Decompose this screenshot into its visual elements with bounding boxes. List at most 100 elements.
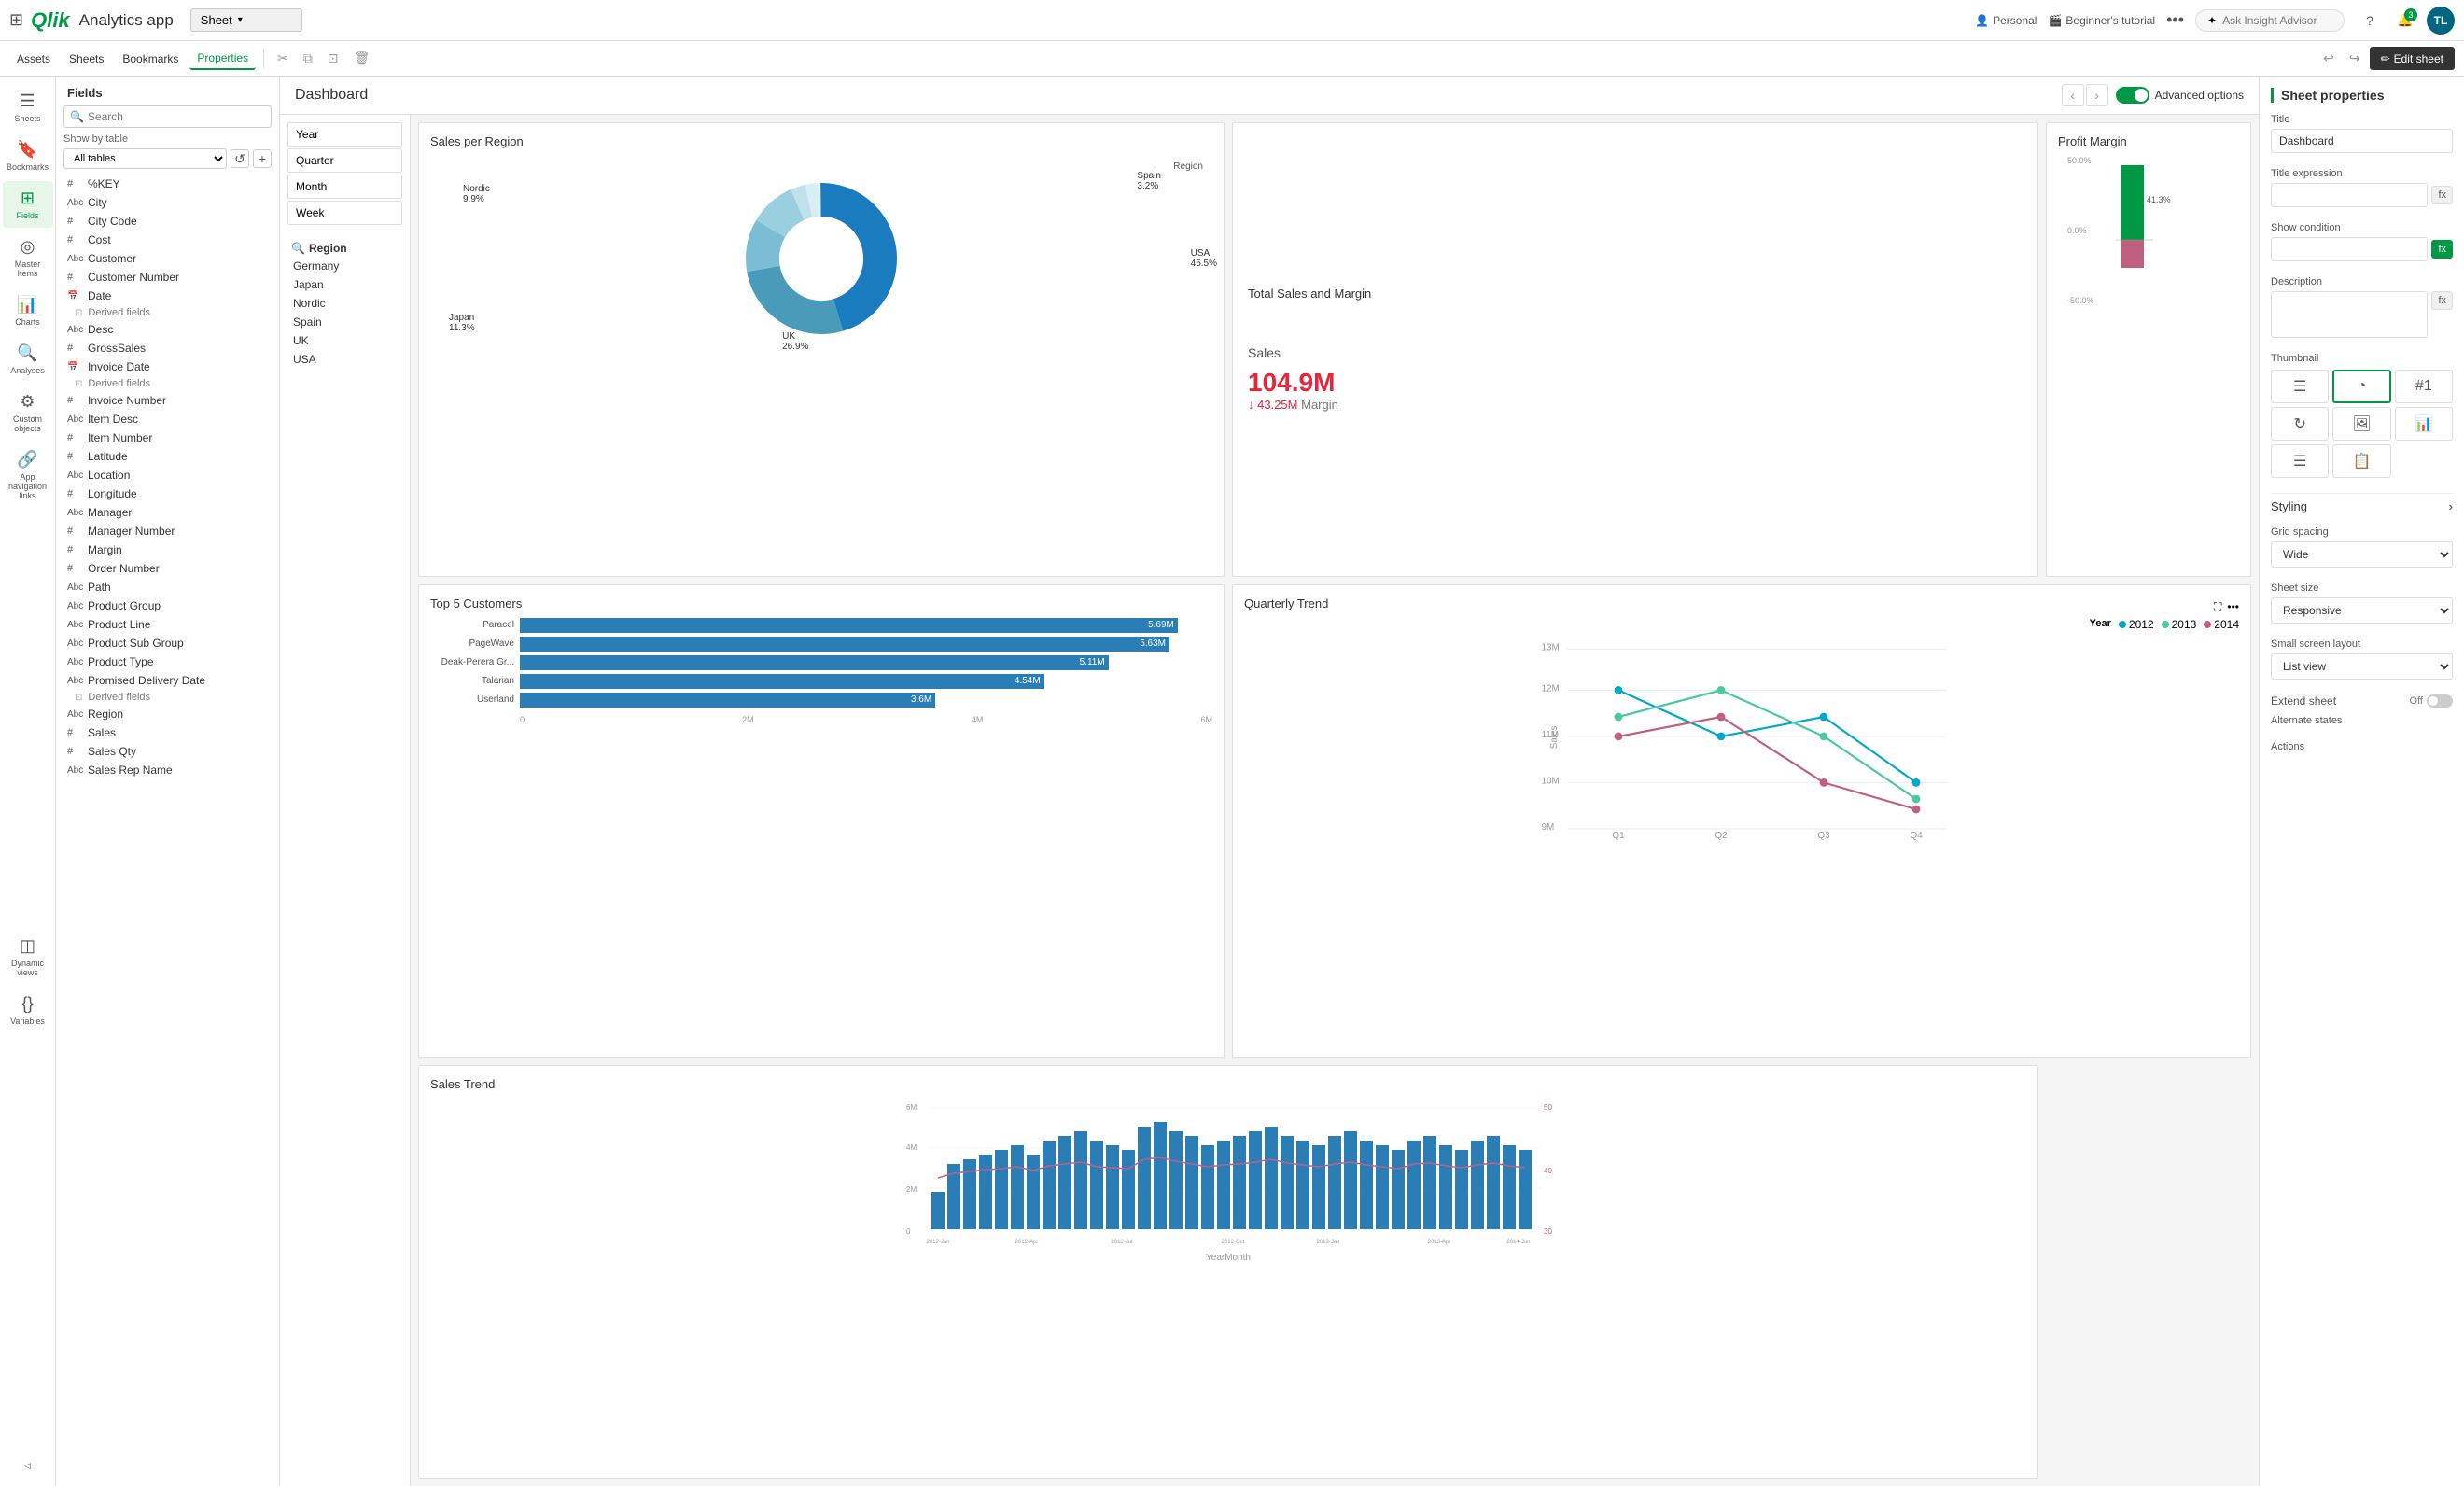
title-input[interactable] — [2271, 129, 2453, 153]
filter-quarter[interactable]: Quarter — [287, 148, 402, 173]
sidebar-item-variables[interactable]: {} Variables — [3, 987, 53, 1033]
list-item[interactable]: AbcPromised Delivery Date — [56, 671, 279, 690]
filter-week[interactable]: Week — [287, 201, 402, 225]
thumbnail-sheet[interactable]: ☰ — [2271, 370, 2329, 403]
thumbnail-column[interactable]: 📋 — [2332, 444, 2390, 478]
search-input[interactable] — [88, 110, 265, 123]
avatar[interactable]: TL — [2427, 7, 2455, 35]
personal-button[interactable]: 👤 Personal — [1975, 14, 2037, 27]
region-item-germany[interactable]: Germany — [287, 257, 402, 275]
list-item[interactable]: #Longitude — [56, 484, 279, 503]
grid-icon[interactable]: ⊞ — [9, 10, 23, 30]
list-item[interactable]: 📅Invoice Date — [56, 357, 279, 376]
list-item[interactable]: #%KEY — [56, 175, 279, 193]
edit-sheet-button[interactable]: ✏ Edit sheet — [2370, 47, 2455, 70]
sidebar-item-fields[interactable]: ⊞ Fields — [3, 181, 53, 228]
list-item[interactable]: AbcCity — [56, 193, 279, 212]
list-item[interactable]: #Sales — [56, 723, 279, 742]
list-item[interactable]: AbcRegion — [56, 705, 279, 723]
list-item[interactable]: AbcCustomer — [56, 249, 279, 268]
help-button[interactable]: ? — [2356, 7, 2384, 35]
thumbnail-bar[interactable]: 📊 — [2395, 407, 2453, 441]
copy-icon[interactable]: ⧉ — [298, 47, 318, 70]
next-arrow[interactable]: › — [2086, 84, 2108, 106]
advanced-options-toggle[interactable]: Advanced options — [2116, 87, 2244, 104]
sidebar-item-custom-objects[interactable]: ⚙ Custom objects — [3, 385, 53, 441]
list-item[interactable]: AbcPath — [56, 578, 279, 596]
list-item[interactable]: AbcProduct Group — [56, 596, 279, 615]
toggle-switch[interactable] — [2116, 87, 2149, 104]
show-condition-input[interactable] — [2271, 237, 2428, 261]
list-item[interactable]: AbcItem Desc — [56, 410, 279, 428]
delete-icon[interactable]: 🗑 — [348, 47, 376, 70]
filter-year[interactable]: Year — [287, 122, 402, 147]
list-item[interactable]: #Manager Number — [56, 522, 279, 540]
region-item-uk[interactable]: UK — [287, 331, 402, 350]
more-icon[interactable]: ••• — [2166, 10, 2184, 30]
prev-arrow[interactable]: ‹ — [2062, 84, 2084, 106]
region-item-nordic[interactable]: Nordic — [287, 294, 402, 313]
fx-button[interactable]: fx — [2431, 186, 2453, 204]
list-item[interactable]: AbcProduct Sub Group — [56, 634, 279, 652]
thumbnail-hash[interactable]: #1 — [2395, 370, 2453, 403]
list-item[interactable]: ⊡Derived fields — [56, 305, 279, 320]
list-item[interactable]: #Latitude — [56, 447, 279, 466]
list-item[interactable]: #Customer Number — [56, 268, 279, 287]
assets-button[interactable]: Assets — [9, 49, 58, 69]
collapse-nav-button[interactable]: ◁ — [3, 1453, 53, 1479]
list-item[interactable]: AbcSales Rep Name — [56, 761, 279, 779]
sheet-size-select[interactable]: Responsive — [2271, 597, 2453, 624]
fx-button-3[interactable]: fx — [2431, 291, 2453, 310]
ask-insight-bar[interactable]: ✦ — [2195, 9, 2345, 32]
list-item[interactable]: #Item Number — [56, 428, 279, 447]
sidebar-item-app-nav[interactable]: 🔗 App navigation links — [3, 442, 53, 508]
sheets-button[interactable]: Sheets — [62, 49, 111, 69]
sidebar-item-dynamic-views[interactable]: ◫ Dynamic views — [3, 929, 53, 985]
list-item[interactable]: #Invoice Number — [56, 391, 279, 410]
list-item[interactable]: #Cost — [56, 231, 279, 249]
thumbnail-refresh[interactable]: ↻ — [2271, 407, 2329, 441]
properties-button[interactable]: Properties — [189, 48, 256, 70]
sidebar-item-master-items[interactable]: ◎ Master Items — [3, 230, 53, 286]
thumbnail-image[interactable]: 🖼 — [2332, 407, 2390, 441]
region-item-usa[interactable]: USA — [287, 350, 402, 369]
list-item[interactable]: #Sales Qty — [56, 742, 279, 761]
sheet-dropdown[interactable]: Sheet ▾ — [190, 8, 302, 32]
thumbnail-pie[interactable]: ◔ — [2332, 370, 2390, 403]
table-select[interactable]: All tables — [63, 148, 227, 169]
list-item[interactable]: 📅Date — [56, 287, 279, 305]
list-item[interactable]: AbcManager — [56, 503, 279, 522]
list-item[interactable]: AbcProduct Line — [56, 615, 279, 634]
sidebar-item-charts[interactable]: 📊 Charts — [3, 287, 53, 334]
tutorial-button[interactable]: 🎬 Beginner's tutorial — [2048, 14, 2155, 27]
ask-insight-input[interactable] — [2222, 14, 2325, 27]
refresh-button[interactable]: ↺ — [231, 149, 249, 168]
description-textarea[interactable] — [2271, 291, 2428, 338]
list-item[interactable]: ⊡Derived fields — [56, 376, 279, 391]
bookmarks-button[interactable]: Bookmarks — [115, 49, 186, 69]
styling-section[interactable]: Styling › — [2271, 493, 2453, 519]
list-item[interactable]: ⊡Derived fields — [56, 690, 279, 705]
small-screen-select[interactable]: List view — [2271, 653, 2453, 680]
fields-search-bar[interactable]: 🔍 — [63, 105, 272, 128]
notifications-button[interactable]: 🔔 3 — [2391, 7, 2419, 35]
undo-icon[interactable]: ↩ — [2317, 47, 2340, 70]
fx-button-2[interactable]: fx — [2431, 240, 2453, 259]
sidebar-item-sheets[interactable]: ☰ Sheets — [3, 84, 53, 131]
cut-icon[interactable]: ✂ — [272, 47, 294, 70]
list-item[interactable]: AbcProduct Type — [56, 652, 279, 671]
expand-icon[interactable]: ⛶ — [2214, 600, 2221, 614]
more-icon[interactable]: ••• — [2227, 600, 2239, 613]
paste-icon[interactable]: ⊡ — [322, 47, 344, 70]
redo-icon[interactable]: ↪ — [2344, 47, 2366, 70]
list-item[interactable]: #Margin — [56, 540, 279, 559]
region-item-japan[interactable]: Japan — [287, 275, 402, 294]
grid-spacing-select[interactable]: Wide — [2271, 541, 2453, 568]
title-expression-input[interactable] — [2271, 183, 2428, 207]
list-item[interactable]: #City Code — [56, 212, 279, 231]
extend-sheet-toggle[interactable] — [2427, 694, 2453, 708]
filter-month[interactable]: Month — [287, 175, 402, 199]
list-item[interactable]: #GrossSales — [56, 339, 279, 357]
thumbnail-sheet2[interactable]: ☰ — [2271, 444, 2329, 478]
sidebar-item-analyses[interactable]: 🔍 Analyses — [3, 336, 53, 383]
